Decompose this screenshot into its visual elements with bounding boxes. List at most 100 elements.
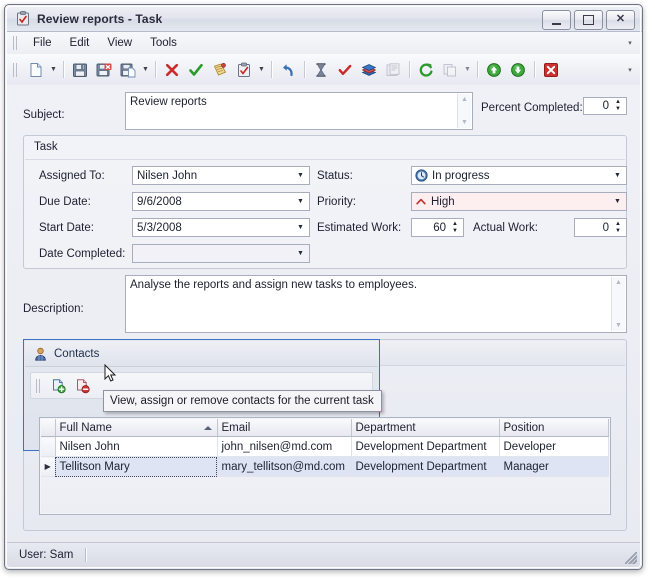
estimated-work-spinner[interactable]: 60 ▲ ▼ [411,218,464,237]
due-date-label: Due Date: [39,196,91,208]
add-contact-icon [53,378,66,393]
status-separator [85,548,87,562]
move-up-icon[interactable] [483,59,505,81]
due-date-combobox[interactable]: 9/6/2008 ▼ [132,192,310,211]
priority-chevron-down-icon[interactable]: ▼ [609,193,626,210]
spinner-down-arrow-icon: ▼ [452,227,458,234]
actual-work-spinner[interactable]: 0 ▲ ▼ [574,218,627,237]
contacts-toolbar-drag-grip[interactable] [36,378,42,393]
toolbar-overflow-chevron-down-icon[interactable]: ▾ [625,65,635,75]
separator [534,61,535,78]
note-icon[interactable] [209,59,231,81]
date-completed-combobox[interactable]: ▼ [132,244,310,263]
start-date-chevron-down-icon[interactable]: ▼ [292,219,309,236]
priority-combobox[interactable]: High ▼ [411,192,627,211]
cell-full-name[interactable]: Nilsen John [55,436,218,457]
assign-contact-button[interactable] [48,375,70,396]
menu-view[interactable]: View [98,35,141,51]
report-icon [382,59,404,81]
due-date-chevron-down-icon[interactable]: ▼ [292,193,309,210]
cancel-icon[interactable] [540,59,562,81]
assigned-to-combobox[interactable]: Nilsen John ▼ [132,166,310,185]
cell-full-name[interactable]: Tellitson Mary [55,456,218,477]
separator [304,61,305,78]
subject-input[interactable]: Review reports ▲ ▼ [125,92,473,130]
status-combobox[interactable]: In progress ▼ [411,166,627,185]
scroll-up-arrow-icon: ▲ [461,96,468,103]
column-header-position[interactable]: Position [499,419,609,437]
spinner-arrows[interactable]: ▲ ▼ [449,219,461,236]
priority-value: High [431,195,455,208]
separator [63,61,64,78]
task-group-title: Task [34,141,58,153]
form-client-area: Subject: Review reports ▲ ▼ Percent Compl… [7,85,641,537]
estimated-work-value: 60 [433,221,446,234]
task-dropdown-arrow-icon[interactable]: ▼ [256,60,267,80]
cell-position[interactable]: Manager [499,456,609,477]
undo-icon[interactable] [277,59,299,81]
cell-department[interactable]: Development Department [351,436,500,457]
separator [477,61,478,78]
mark-complete-icon[interactable] [185,59,207,81]
cell-email[interactable]: mary_tellitson@md.com [217,456,352,477]
maximize-button[interactable] [574,10,603,30]
date-completed-chevron-down-icon[interactable]: ▼ [292,245,309,262]
column-header-label: Department [355,421,416,434]
move-down-icon[interactable] [507,59,529,81]
menu-edit[interactable]: Edit [61,35,99,51]
row-indicator: ▶ [41,456,56,477]
check-icon[interactable] [334,59,356,81]
copy-dropdown-arrow-icon[interactable]: ▼ [462,60,473,80]
remove-contact-button[interactable] [72,375,94,396]
menu-tools[interactable]: Tools [141,35,186,51]
due-date-value: 9/6/2008 [137,195,182,208]
status-chevron-down-icon[interactable]: ▼ [609,167,626,184]
separator [155,61,156,78]
window-controls: ✕ [542,10,635,30]
contacts-panel-title: Contacts [54,347,100,360]
close-button[interactable]: ✕ [606,10,635,30]
books-icon[interactable] [358,59,380,81]
save-dropdown-arrow-icon[interactable]: ▼ [140,60,151,80]
task-window: Review reports - Task ✕ File Edit View T… [4,4,643,570]
save-icon[interactable] [69,59,91,81]
table-row[interactable]: ▶ Tellitson Mary mary_tellitson@md.com D… [41,456,609,477]
scroll-down-arrow-icon: ▼ [461,119,468,126]
spinner-down-arrow-icon: ▼ [615,227,621,234]
column-header-label: Full Name [59,421,112,434]
task-icon[interactable] [233,59,255,81]
column-header-department[interactable]: Department [351,419,500,437]
hourglass-icon[interactable] [310,59,332,81]
menu-overflow-chevron-down-icon[interactable]: ▾ [625,38,635,48]
remove-contact-icon [77,378,90,393]
new-icon[interactable] [25,59,47,81]
refresh-icon[interactable] [415,59,437,81]
minimize-button[interactable] [542,10,571,30]
priority-label: Priority: [317,196,356,208]
subject-scroll-rail[interactable]: ▲ ▼ [457,94,471,128]
save-and-close-icon[interactable] [93,59,115,81]
column-header-full-name[interactable]: Full Name [55,419,218,437]
description-scroll-rail[interactable]: ▲ ▼ [611,277,625,331]
description-input[interactable]: Analyse the reports and assign new tasks… [125,275,627,333]
delete-icon[interactable] [161,59,183,81]
cell-position[interactable]: Developer [499,436,609,457]
toolbar-drag-grip[interactable] [13,62,19,77]
percent-completed-spinner[interactable]: 0 ▲ ▼ [583,97,627,115]
resize-grip-icon[interactable] [625,552,637,564]
sort-ascending-arrow-icon [203,425,212,430]
start-date-combobox[interactable]: 5/3/2008 ▼ [132,218,310,237]
cell-department[interactable]: Development Department [351,456,500,477]
cell-email[interactable]: john_nilsen@md.com [217,436,352,457]
new-dropdown-arrow-icon[interactable]: ▼ [48,60,59,80]
column-header-email[interactable]: Email [217,419,352,437]
title-bar: Review reports - Task ✕ [6,6,642,32]
menu-drag-grip[interactable] [13,36,19,50]
spinner-arrows[interactable]: ▲ ▼ [612,98,624,114]
save-and-new-icon[interactable] [117,59,139,81]
table-row[interactable]: Nilsen John john_nilsen@md.com Developme… [41,436,609,457]
assigned-to-label: Assigned To: [39,170,105,182]
spinner-arrows[interactable]: ▲ ▼ [612,219,624,236]
menu-file[interactable]: File [24,35,61,51]
assigned-to-chevron-down-icon[interactable]: ▼ [292,167,309,184]
